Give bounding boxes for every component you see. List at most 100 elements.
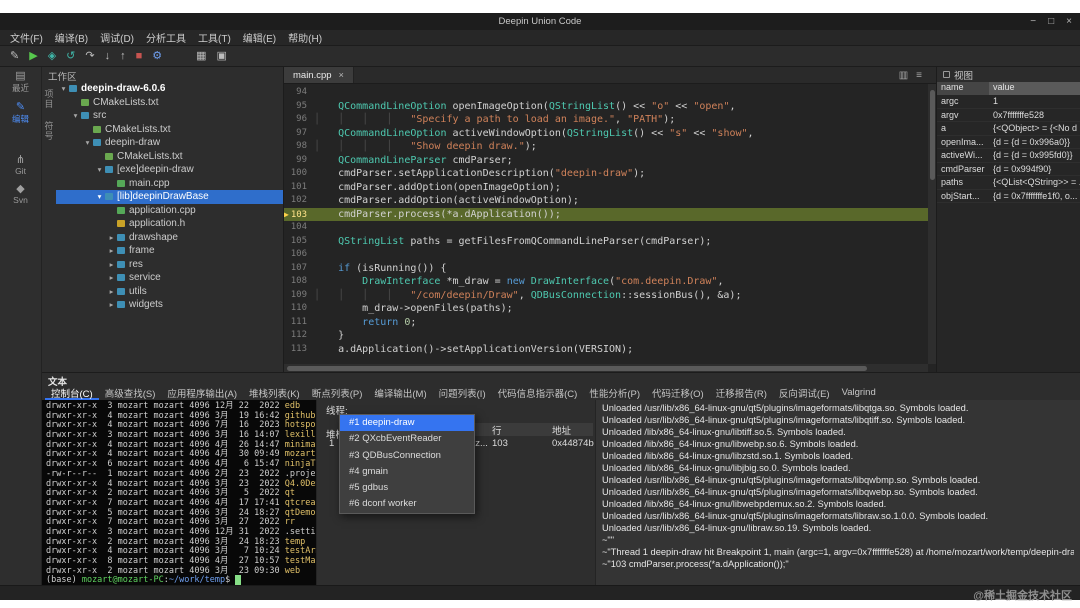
horizontal-scrollbar[interactable] xyxy=(284,364,928,372)
gutter-110[interactable]: 110 xyxy=(284,302,314,316)
expander-icon[interactable]: ▾ xyxy=(83,138,92,147)
bottom-tab-10[interactable]: 迁移报告(R) xyxy=(710,385,773,400)
bottom-tab-6[interactable]: 问题列表(I) xyxy=(433,385,492,400)
tab-close-icon[interactable]: × xyxy=(339,70,344,80)
thread-item-4[interactable]: #4 gmain xyxy=(340,464,474,480)
menu-item-2[interactable]: 调试(D) xyxy=(94,30,140,45)
close-button[interactable]: × xyxy=(1066,16,1072,27)
column-line[interactable]: 行 xyxy=(492,423,502,437)
gutter-101[interactable]: 101 xyxy=(284,181,314,195)
variable-row[interactable]: argc1 xyxy=(937,95,1080,109)
thread-item-1[interactable]: #1 deepin-draw xyxy=(340,415,474,431)
gutter-106[interactable]: 106 xyxy=(284,248,314,262)
bottom-tab-5[interactable]: 编译输出(M) xyxy=(368,385,432,400)
gutter-113[interactable]: 113 xyxy=(284,343,314,357)
horizontal-scrollbar-thumb[interactable] xyxy=(287,366,867,371)
column-value[interactable]: value xyxy=(989,82,1080,95)
thread-item-3[interactable]: #3 QDBusConnection xyxy=(340,448,474,464)
gutter-105[interactable]: 105 xyxy=(284,235,314,249)
stop-icon[interactable]: ■ xyxy=(136,51,143,62)
variable-row[interactable]: a{<QObject> = {<No d xyxy=(937,122,1080,136)
tree-item[interactable]: ▸service xyxy=(56,271,283,285)
tree-item[interactable]: ▸frame xyxy=(56,244,283,258)
gutter-102[interactable]: 102 xyxy=(284,194,314,208)
variable-row[interactable]: paths{<QList<QString>> = ... xyxy=(937,176,1080,190)
expander-icon[interactable]: ▾ xyxy=(95,192,104,201)
variable-row[interactable]: openIma...{d = {d = 0x996a0}} xyxy=(937,136,1080,150)
terminal[interactable]: drwxr-xr-x 3 mozart mozart 4096 12月 22 2… xyxy=(42,400,316,585)
variable-row[interactable]: objStart...{d = 0x7fffffffe1f0, o... xyxy=(937,190,1080,204)
code-area[interactable]: 9495 QCommandLineOption openImageOption(… xyxy=(284,84,936,364)
maximize-button[interactable]: □ xyxy=(1048,16,1054,27)
bottom-tab-1[interactable]: 高级查找(S) xyxy=(99,385,162,400)
vertical-scrollbar[interactable] xyxy=(928,84,936,364)
restart-icon[interactable]: ↺ xyxy=(66,51,75,62)
bottom-tab-12[interactable]: Valgrind xyxy=(836,385,882,400)
editor-menu-icon[interactable]: ≡ xyxy=(916,70,922,81)
run-icon[interactable]: ▶ xyxy=(29,51,37,62)
bottom-tab-4[interactable]: 断点列表(P) xyxy=(306,385,369,400)
variable-row[interactable]: argv0x7fffffffe528 xyxy=(937,109,1080,123)
expander-icon[interactable]: ▾ xyxy=(95,165,104,174)
bottom-tab-11[interactable]: 反向调试(E) xyxy=(773,385,836,400)
menu-item-6[interactable]: 帮助(H) xyxy=(282,30,328,45)
minimize-button[interactable]: − xyxy=(1030,16,1036,27)
gutter-96[interactable]: 96 xyxy=(284,113,314,127)
workspace-vtab-0[interactable]: 项目 xyxy=(43,89,56,109)
tree-item[interactable]: ▸drawshape xyxy=(56,231,283,245)
tree-item[interactable]: CMakeLists.txt xyxy=(56,96,283,110)
gutter-100[interactable]: 100 xyxy=(284,167,314,181)
expander-icon[interactable]: ▸ xyxy=(107,233,116,242)
bottom-tab-8[interactable]: 性能分析(P) xyxy=(583,385,646,400)
tree-item[interactable]: ▾[lib]deepinDrawBase xyxy=(56,190,283,204)
gutter-112[interactable]: 112 xyxy=(284,329,314,343)
tree-item[interactable]: ▸widgets xyxy=(56,298,283,312)
rail-item-recent[interactable]: ▤最近 xyxy=(12,70,29,94)
step-over-icon[interactable]: ↷ xyxy=(85,51,94,62)
bottom-tab-3[interactable]: 堆栈列表(K) xyxy=(243,385,306,400)
bottom-tab-7[interactable]: 代码信息指示器(C) xyxy=(492,385,584,400)
variable-row[interactable]: cmdParser{d = 0x994f90} xyxy=(937,163,1080,177)
bottom-tab-2[interactable]: 应用程序输出(A) xyxy=(161,385,243,400)
debug-icon[interactable]: ◈ xyxy=(48,51,56,62)
column-name[interactable]: name xyxy=(937,82,989,95)
menu-item-4[interactable]: 工具(T) xyxy=(192,30,237,45)
column-address[interactable]: 地址 xyxy=(552,423,571,437)
expander-icon[interactable]: ▸ xyxy=(107,246,116,255)
menu-item-3[interactable]: 分析工具 xyxy=(140,30,192,45)
rail-item-git[interactable]: ⋔Git xyxy=(15,154,26,176)
gutter-94[interactable]: 94 xyxy=(284,86,314,100)
tree-item[interactable]: ▾[exe]deepin-draw xyxy=(56,163,283,177)
expander-icon[interactable]: ▾ xyxy=(71,111,80,120)
expander-icon[interactable]: ▸ xyxy=(107,260,116,269)
screen-capture-icon[interactable]: ▣ xyxy=(217,51,227,62)
bottom-tab-0[interactable]: 控制台(C) xyxy=(45,385,99,400)
tab-main-cpp[interactable]: main.cpp × xyxy=(284,67,354,83)
thread-item-2[interactable]: #2 QXcbEventReader xyxy=(340,431,474,447)
tree-item[interactable]: ▾deepin-draw xyxy=(56,136,283,150)
expander-icon[interactable]: ▸ xyxy=(107,300,116,309)
bottom-tab-9[interactable]: 代码迁移(O) xyxy=(646,385,710,400)
tree-item[interactable]: ▸utils xyxy=(56,285,283,299)
expander-icon[interactable]: ▸ xyxy=(107,287,116,296)
menu-item-0[interactable]: 文件(F) xyxy=(4,30,49,45)
edit-mode-icon[interactable]: ✎ xyxy=(10,51,19,62)
gutter-95[interactable]: 95 xyxy=(284,100,314,114)
menu-item-1[interactable]: 编译(B) xyxy=(49,30,94,45)
split-editor-icon[interactable]: ▥ xyxy=(899,70,908,81)
gutter-99[interactable]: 99 xyxy=(284,154,314,168)
gutter-97[interactable]: 97 xyxy=(284,127,314,141)
tree-item[interactable]: application.h xyxy=(56,217,283,231)
tree-item[interactable]: ▸res xyxy=(56,258,283,272)
tree-item[interactable]: ▾deepin-draw-6.0.6 xyxy=(56,82,283,96)
tree-item[interactable]: CMakeLists.txt xyxy=(56,123,283,137)
tree-item[interactable]: main.cpp xyxy=(56,177,283,191)
workspace-vtab-1[interactable]: 符号 xyxy=(43,121,56,141)
variable-row[interactable]: activeWi...{d = {d = 0x995fd0}} xyxy=(937,149,1080,163)
settings-gear-icon[interactable]: ⚙ xyxy=(152,51,162,62)
gutter-108[interactable]: 108 xyxy=(284,275,314,289)
tree-item[interactable]: ▾src xyxy=(56,109,283,123)
apps-grid-icon[interactable]: ▦ xyxy=(196,51,206,62)
rail-item-edit[interactable]: ✎编辑 xyxy=(12,101,29,125)
vertical-scrollbar-thumb[interactable] xyxy=(930,90,935,180)
